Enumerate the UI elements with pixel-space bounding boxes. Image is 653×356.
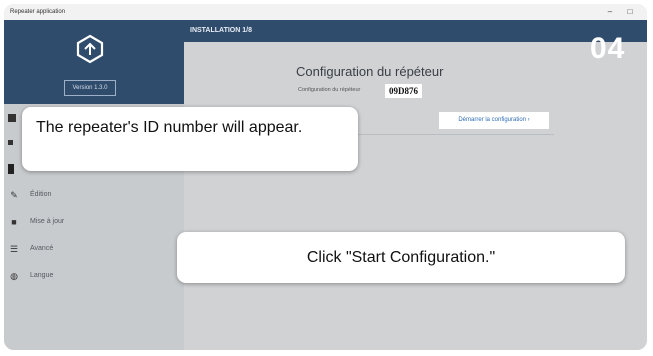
repeater-logo-icon bbox=[76, 34, 104, 64]
page-title: INSTALLATION 1/8 bbox=[190, 27, 252, 34]
step-number: 04 bbox=[590, 32, 626, 65]
sidebar-item-label: Langue bbox=[30, 272, 54, 279]
maximize-button[interactable]: □ bbox=[623, 4, 637, 20]
callout-start-config: Click "Start Configuration." bbox=[177, 232, 625, 283]
globe-icon: ◍ bbox=[10, 271, 18, 281]
menu-item-stub-icon bbox=[8, 114, 16, 122]
sidebar-item-language[interactable]: ◍ Langue bbox=[4, 265, 184, 287]
sidebar-item-label: Avancé bbox=[30, 245, 54, 252]
sidebar-item-label: Édition bbox=[30, 191, 52, 198]
config-title: Configuration du répéteur bbox=[296, 64, 444, 79]
callout-text: Click "Start Configuration." bbox=[306, 249, 496, 266]
start-configuration-button[interactable]: Démarrer la configuration › bbox=[439, 112, 549, 129]
config-subtitle: Configuration du répéteur bbox=[298, 87, 361, 93]
update-icon: ■ bbox=[11, 217, 17, 227]
app-window: Repeater application – □ Version 1.3.0 ✎… bbox=[4, 4, 647, 350]
menu-item-stub-icon bbox=[8, 140, 13, 145]
version-badge: Version 1.3.0 bbox=[64, 80, 116, 96]
sidebar-header: Version 1.3.0 bbox=[4, 20, 184, 104]
sliders-icon: ☰ bbox=[9, 244, 19, 254]
window-titlebar: Repeater application – □ bbox=[4, 4, 647, 20]
page-header: INSTALLATION 1/8 bbox=[184, 20, 647, 42]
sidebar-item-label: Mise à jour bbox=[30, 218, 65, 225]
sidebar-item-update[interactable]: ■ Mise à jour bbox=[4, 211, 184, 233]
sidebar-item-advanced[interactable]: ☰ Avancé bbox=[4, 238, 184, 260]
window-title: Repeater application bbox=[10, 9, 66, 15]
callout-repeater-id: The repeater's ID number will appear. bbox=[22, 107, 358, 171]
repeater-id-value: 09D876 bbox=[385, 84, 422, 98]
edit-icon: ✎ bbox=[10, 190, 18, 200]
callout-text: The repeater's ID number will appear. bbox=[36, 119, 303, 136]
minimize-button[interactable]: – bbox=[603, 4, 617, 20]
sidebar-item-edition[interactable]: ✎ Édition bbox=[4, 184, 184, 206]
wrench-icon bbox=[8, 164, 14, 174]
